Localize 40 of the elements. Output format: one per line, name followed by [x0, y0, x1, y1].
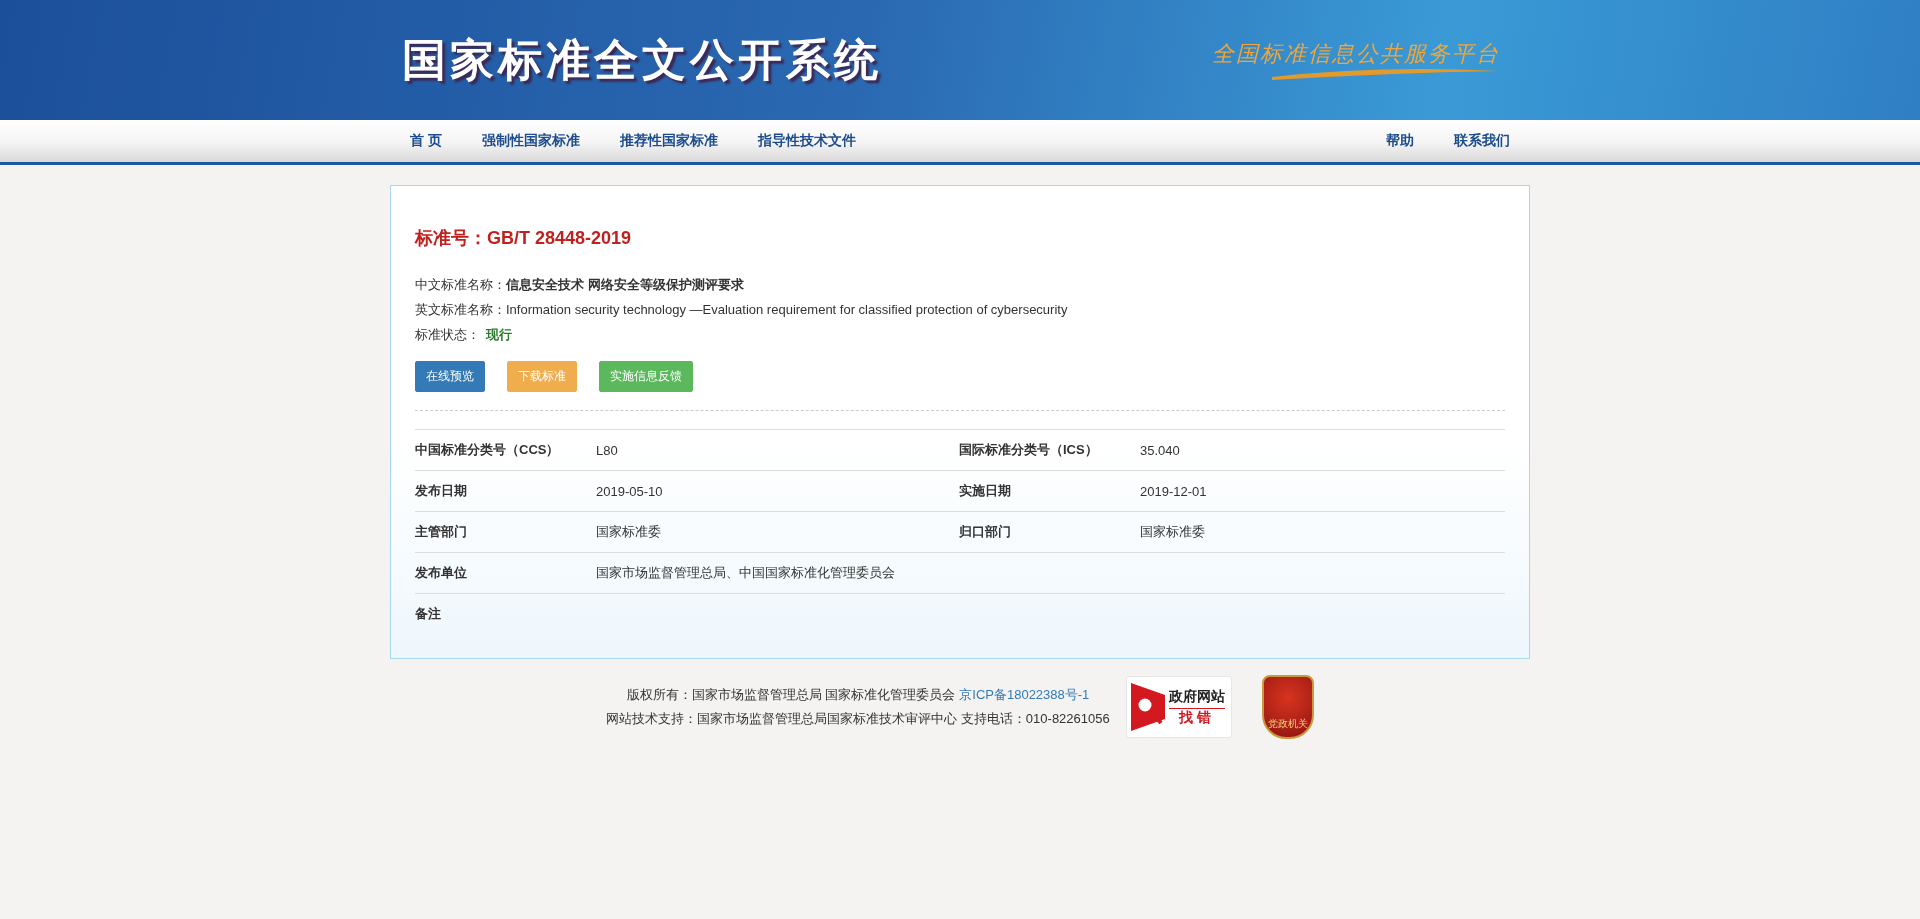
info-value: 信息安全技术 网络安全等级保护测评要求 — [506, 277, 744, 292]
field-label: 中国标准分类号（CCS） — [415, 441, 561, 459]
field-label: 备注 — [415, 605, 442, 623]
site-title: 国家标准全文公开系统 — [402, 33, 882, 86]
field-value: 2019-12-01 — [1140, 483, 1208, 499]
field-label: 发布单位 — [415, 564, 468, 582]
action-button[interactable]: 在线预览 — [415, 361, 485, 392]
icp-link[interactable]: 京ICP备18022388号-1 — [959, 687, 1090, 702]
field-value: 国家市场监督管理总局、中国国家标准化管理委员会 — [596, 564, 896, 582]
info-value: 现行 — [486, 327, 512, 342]
standard-number: GB/T 28448-2019 — [487, 228, 632, 248]
field-label: 归口部门 — [959, 523, 1012, 541]
error-report-badge[interactable]: 政府网站 找错 — [1125, 676, 1232, 738]
info-label: 中文标准名称： — [415, 277, 506, 292]
nav-link[interactable]: 联系我们 — [1434, 132, 1530, 150]
emblem-text: 党政机关 — [1267, 717, 1308, 731]
nav-link[interactable]: 首 页 — [390, 132, 462, 150]
field-label: 国际标准分类号（ICS） — [959, 441, 1099, 459]
field-value: L80 — [596, 442, 619, 458]
badge-action: 找错 — [1178, 708, 1215, 727]
field-value: 国家标准委 — [1140, 523, 1206, 541]
copyright-text: 版权所有：国家市场监督管理总局 国家标准化管理委员会 — [626, 687, 956, 702]
field-value: 2019-05-10 — [596, 483, 664, 499]
field-label: 实施日期 — [959, 482, 1012, 500]
nav-link[interactable]: 强制性国家标准 — [461, 132, 600, 150]
field-value: 国家标准委 — [596, 523, 662, 541]
emblem-shield[interactable]: 党政机关 — [1261, 675, 1314, 739]
field-label: 主管部门 — [415, 523, 468, 541]
info-label: 标准状态： — [415, 327, 480, 342]
field-label: 发布日期 — [415, 482, 468, 500]
nav-link[interactable]: 指导性技术文件 — [737, 132, 876, 150]
nav-link[interactable]: 帮助 — [1366, 132, 1434, 150]
info-label: 英文标准名称： — [415, 302, 506, 317]
standard-number-label: 标准号： — [415, 228, 487, 248]
nav-link[interactable]: 推荐性国家标准 — [599, 132, 738, 150]
platform-slogan: 全国标准信息公共服务平台 — [1212, 40, 1500, 68]
support-text: 网站技术支持：国家市场监督管理总局国家标准技术审评中心 支持电话：010-82261056 — [606, 711, 1110, 726]
field-value: 35.040 — [1140, 442, 1181, 458]
info-value: Information security technology —Evaluation requirement for classified protection of cybersecurity — [506, 302, 1068, 317]
badge-title: 政府网站 — [1168, 687, 1225, 709]
